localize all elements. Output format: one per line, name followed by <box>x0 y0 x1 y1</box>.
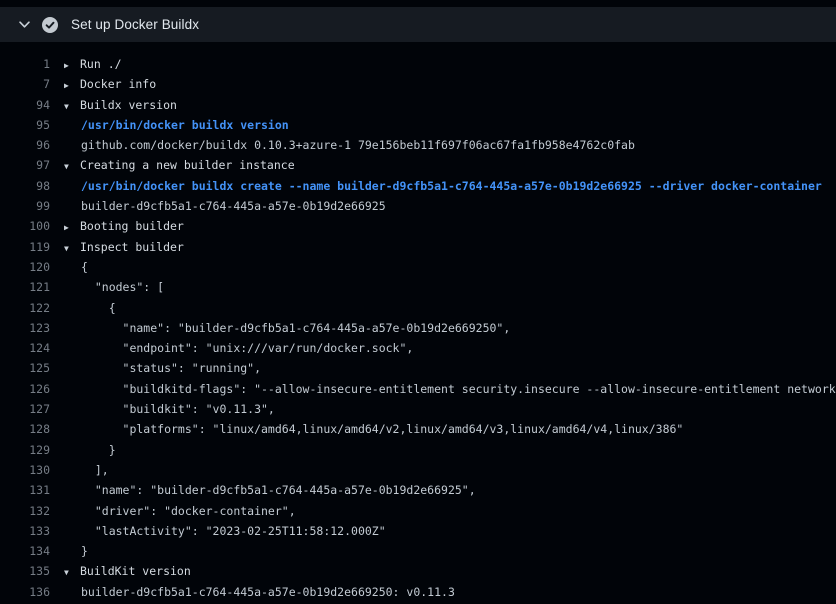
line-number-link[interactable]: 125 <box>0 358 50 378</box>
log-output-text: { <box>81 298 116 318</box>
log-group-title[interactable]: BuildKit version <box>80 561 191 581</box>
line-number-link[interactable]: 134 <box>0 541 50 561</box>
step-title: Set up Docker Buildx <box>71 17 199 32</box>
log-output-text: "lastActivity": "2023-02-25T11:58:12.000… <box>81 521 386 541</box>
log-content-row: 127 "buildkit": "v0.11.3", <box>0 399 836 419</box>
line-number-link[interactable]: 122 <box>0 298 50 318</box>
log-content-row: 132 "driver": "docker-container", <box>0 501 836 521</box>
log-group-row[interactable]: 97 ▼Creating a new builder instance <box>0 155 836 175</box>
log-group-title[interactable]: Booting builder <box>80 216 184 236</box>
log-content-row: 95/usr/bin/docker buildx version <box>0 115 836 135</box>
log-content-row: 99 builder-d9cfb5a1-c764-445a-a57e-0b19d2… <box>0 196 836 216</box>
log-output-text: "buildkit": "v0.11.3", <box>81 399 275 419</box>
log-output-text: builder-d9cfb5a1-c764-445a-a57e-0b19d2e6… <box>81 196 386 216</box>
log-command-text: /usr/bin/docker buildx create --name bui… <box>81 176 822 196</box>
line-number-link[interactable]: 100 <box>0 216 50 236</box>
group-expanded-icon[interactable]: ▼ <box>64 563 80 583</box>
line-number-link[interactable]: 131 <box>0 480 50 500</box>
log-output-text: builder-d9cfb5a1-c764-445a-a57e-0b19d2e6… <box>81 582 455 602</box>
log-output-text: "name": "builder-d9cfb5a1-c764-445a-a57e… <box>81 318 510 338</box>
line-number-link[interactable]: 133 <box>0 521 50 541</box>
group-expanded-icon[interactable]: ▼ <box>64 239 80 259</box>
log-group-title[interactable]: Run ./ <box>80 54 122 74</box>
log-command-text: /usr/bin/docker buildx version <box>81 115 289 135</box>
group-collapsed-icon[interactable]: ▶ <box>64 218 80 238</box>
log-content-row: 133 "lastActivity": "2023-02-25T11:58:12… <box>0 521 836 541</box>
line-number-link[interactable]: 129 <box>0 440 50 460</box>
check-circle-icon <box>42 17 71 33</box>
log-output-text: } <box>81 541 88 561</box>
line-number-link[interactable]: 119 <box>0 237 50 257</box>
log-output-text: } <box>81 440 116 460</box>
line-number-link[interactable]: 99 <box>0 196 50 216</box>
log-output-text: "nodes": [ <box>81 277 164 297</box>
group-expanded-icon[interactable]: ▼ <box>64 157 80 177</box>
log-group-row[interactable]: 7 ▶Docker info <box>0 74 836 94</box>
log-group-title[interactable]: Buildx version <box>80 95 177 115</box>
line-number-link[interactable]: 132 <box>0 501 50 521</box>
line-number-link[interactable]: 135 <box>0 561 50 581</box>
log-group-row[interactable]: 135 ▼BuildKit version <box>0 561 836 581</box>
log-content-row: 136 builder-d9cfb5a1-c764-445a-a57e-0b19d… <box>0 582 836 602</box>
log-output-text: "name": "builder-d9cfb5a1-c764-445a-a57e… <box>81 480 476 500</box>
log-output-text: "status": "running", <box>81 358 261 378</box>
line-number-link[interactable]: 123 <box>0 318 50 338</box>
line-number-link[interactable]: 120 <box>0 257 50 277</box>
line-number-link[interactable]: 96 <box>0 135 50 155</box>
log-content-row: 130 ], <box>0 460 836 480</box>
log-output-text: "platforms": "linux/amd64,linux/amd64/v2… <box>81 419 683 439</box>
line-number-link[interactable]: 126 <box>0 379 50 399</box>
log-lines: 1▶Run ./7▶Docker info94▼Buildx version95… <box>0 42 836 602</box>
group-collapsed-icon[interactable]: ▶ <box>64 76 80 96</box>
line-number-link[interactable]: 97 <box>0 155 50 175</box>
log-output-text: "endpoint": "unix:///var/run/docker.sock… <box>81 338 413 358</box>
log-group-row[interactable]: 100 ▶Booting builder <box>0 216 836 236</box>
log-group-title[interactable]: Inspect builder <box>80 237 184 257</box>
line-number-link[interactable]: 95 <box>0 115 50 135</box>
line-number-link[interactable]: 124 <box>0 338 50 358</box>
line-number-link[interactable]: 130 <box>0 460 50 480</box>
log-group-title[interactable]: Creating a new builder instance <box>80 155 295 175</box>
line-number-link[interactable]: 128 <box>0 419 50 439</box>
log-content-row: 120 { <box>0 257 836 277</box>
log-content-row: 134} <box>0 541 836 561</box>
log-content-row: 131 "name": "builder-d9cfb5a1-c764-445a-… <box>0 480 836 500</box>
log-content-row: 98/usr/bin/docker buildx create --name b… <box>0 176 836 196</box>
log-content-row: 124 "endpoint": "unix:///var/run/docker.… <box>0 338 836 358</box>
step-header[interactable]: Set up Docker Buildx <box>0 7 836 42</box>
log-content-row: 128 "platforms": "linux/amd64,linux/amd6… <box>0 419 836 439</box>
log-content-row: 121 "nodes": [ <box>0 277 836 297</box>
line-number-link[interactable]: 127 <box>0 399 50 419</box>
log-content-row: 96 github.com/docker/buildx 0.10.3+azure-… <box>0 135 836 155</box>
group-collapsed-icon[interactable]: ▶ <box>64 56 80 76</box>
log-content-row: 122 { <box>0 298 836 318</box>
line-number-link[interactable]: 1 <box>0 54 50 74</box>
actions-log-viewer: Set up Docker Buildx 1▶Run ./7▶Docker in… <box>0 0 836 604</box>
log-output-text: "driver": "docker-container", <box>81 501 296 521</box>
log-group-row[interactable]: 94 ▼Buildx version <box>0 95 836 115</box>
log-group-title[interactable]: Docker info <box>80 74 156 94</box>
line-number-link[interactable]: 98 <box>0 176 50 196</box>
log-output-text: { <box>81 257 88 277</box>
chevron-down-icon[interactable] <box>18 18 42 31</box>
log-output-text: ], <box>81 460 109 480</box>
log-content-row: 126 "buildkitd-flags": "--allow-insecure… <box>0 379 836 399</box>
line-number-link[interactable]: 121 <box>0 277 50 297</box>
line-number-link[interactable]: 7 <box>0 74 50 94</box>
log-content-row: 129 } <box>0 440 836 460</box>
line-number-link[interactable]: 94 <box>0 95 50 115</box>
log-content-row: 125 "status": "running", <box>0 358 836 378</box>
group-expanded-icon[interactable]: ▼ <box>64 97 80 117</box>
log-output-text: "buildkitd-flags": "--allow-insecure-ent… <box>81 379 836 399</box>
line-number-link[interactable]: 136 <box>0 582 50 602</box>
log-group-row[interactable]: 1 ▶Run ./ <box>0 54 836 74</box>
log-content-row: 123 "name": "builder-d9cfb5a1-c764-445a-… <box>0 318 836 338</box>
log-group-row[interactable]: 119 ▼Inspect builder <box>0 237 836 257</box>
log-output-text: github.com/docker/buildx 0.10.3+azure-1 … <box>81 135 635 155</box>
